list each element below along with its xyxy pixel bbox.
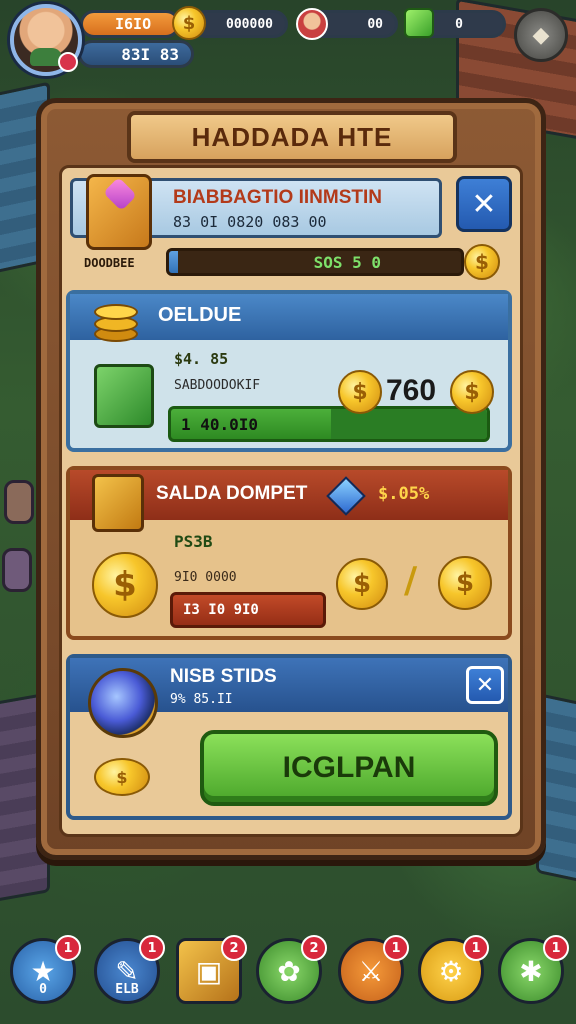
gold-coin-icon: $ <box>464 244 500 280</box>
energy-value: 0 <box>455 16 463 32</box>
offer1-subtitle: 83 0I 0820 083 00 <box>173 213 327 231</box>
offer3-header: SALDA DOMPET $.05% <box>70 470 508 532</box>
nav-sublabel: ELB <box>115 982 139 997</box>
gold-coin-icon: $ <box>338 370 382 414</box>
chest-icon: ▣ <box>195 954 223 988</box>
offer3-panel[interactable]: SALDA DOMPET $.05% PS3B 9I0 0000 I3 I0 9… <box>66 466 512 640</box>
gold-counter[interactable]: 000000 <box>192 10 288 38</box>
offer2-amount: 760 <box>386 374 437 407</box>
offer3-discount: $.05% <box>378 484 430 504</box>
top-hud: 83I 83 I6IO 000000 $ 00 0 ◆ <box>0 0 576 80</box>
gold-coin-icon: $ <box>94 758 150 796</box>
nav-battle-button[interactable]: ⚔ 1 <box>338 935 409 1004</box>
offer1-progress-bar: SOS 5 0 <box>166 248 464 276</box>
offer3-subtitle: 9I0 0000 <box>174 570 237 585</box>
notification-badge: 1 <box>383 935 409 961</box>
nav-puzzle-button[interactable]: ✱ 1 <box>498 935 569 1004</box>
gold-coin-icon: $ <box>336 558 388 610</box>
player-level-pill: 83I 83 <box>78 40 194 68</box>
offer3-separator: / <box>404 560 418 601</box>
character-face-icon <box>296 8 328 40</box>
offer3-buy-bar[interactable]: I3 I0 9I0 <box>170 592 326 628</box>
notification-badge: 1 <box>139 935 165 961</box>
offer4-close-button[interactable]: ✕ <box>466 666 504 704</box>
gold-coin-icon: $ <box>450 370 494 414</box>
notification-badge: 2 <box>221 935 247 961</box>
gold-value: 000000 <box>226 16 273 32</box>
gold-coin-icon: $ <box>92 552 158 618</box>
leaf-icon: ✿ <box>277 954 301 988</box>
blue-gem-icon <box>326 476 366 516</box>
nav-edit-button[interactable]: ✎ 1 ELB <box>94 935 165 1004</box>
close-icon: ✕ <box>471 186 497 222</box>
nav-sublabel: 0 <box>39 982 47 997</box>
gold-coin-icon: $ <box>438 556 492 610</box>
offer2-panel[interactable]: OELDUE $4. 85 SABDOODOKIF 1 40.0I0 $ 760… <box>66 290 512 452</box>
player-name-text: I6IO <box>115 15 152 33</box>
money-bag-icon <box>92 474 144 532</box>
nav-nature-button[interactable]: ✿ 2 <box>256 935 327 1004</box>
coin-stack-icon <box>94 300 142 344</box>
claim-button[interactable]: ICGLPAN <box>200 730 498 806</box>
player-name-pill[interactable]: I6IO <box>80 10 180 38</box>
offer3-bar-text: I3 I0 9I0 <box>183 602 259 618</box>
offer2-bar-text: 1 40.0I0 <box>181 415 259 434</box>
map-button[interactable]: ◆ <box>514 8 568 62</box>
barrel-decor <box>4 480 34 524</box>
gem-value: 00 <box>367 16 383 32</box>
sword-icon: ⚔ <box>358 954 384 988</box>
offer1-title: BIABBAGTIO IINMSTIN <box>173 187 382 208</box>
offer2-price: $4. 85 <box>174 350 229 368</box>
money-chest-icon <box>94 364 154 428</box>
puzzle-icon: ✱ <box>519 954 543 988</box>
offer4-title: NISB STIDS <box>170 666 277 687</box>
close-icon: ✕ <box>475 672 495 698</box>
nav-settings-button[interactable]: ⚙ 1 <box>418 935 489 1004</box>
green-gem-icon <box>404 8 434 38</box>
compass-icon: ◆ <box>532 22 550 48</box>
gear-icon: ⚙ <box>438 954 464 988</box>
offer1-progress-text: SOS 5 0 <box>313 253 381 272</box>
magic-orb-icon <box>88 668 158 738</box>
notification-badge: 1 <box>55 935 81 961</box>
offer2-title: OELDUE <box>158 304 242 326</box>
offer3-title: SALDA DOMPET <box>156 483 308 504</box>
gem-chest-icon <box>86 174 152 250</box>
player-level-text: 83I 83 <box>121 44 179 64</box>
offer1-progress-fill <box>169 251 178 273</box>
offer2-description: SABDOODOKIF <box>174 378 261 393</box>
offer3-code: PS3B <box>174 532 213 551</box>
nav-chest-button[interactable]: ▣ 2 <box>176 935 247 1004</box>
offer2-header: OELDUE <box>70 294 508 342</box>
notification-badge: 1 <box>463 935 489 961</box>
offer1-chest-label: DOODBEE <box>84 256 135 270</box>
offer4-panel: NISB STIDS 9% 85.II ✕ $ ICGLPAN <box>66 654 512 820</box>
nav-favorites-button[interactable]: ★ 1 0 <box>10 935 81 1004</box>
notification-badge: 1 <box>543 935 569 961</box>
offer4-subtitle: 9% 85.II <box>170 692 233 707</box>
avatar-badge-icon <box>58 52 78 72</box>
gold-coin-icon: $ <box>172 6 206 40</box>
notification-badge: 2 <box>301 935 327 961</box>
offer2-buy-bar[interactable]: 1 40.0I0 <box>168 406 490 442</box>
bottom-nav: ★ 1 0 ✎ 1 ELB ▣ 2 ✿ 2 ⚔ 1 ⚙ 1 ✱ 1 <box>0 932 576 1024</box>
offer1-close-button[interactable]: ✕ <box>456 176 512 232</box>
dialog-title: HADDADA HTE <box>127 111 457 163</box>
barrel-decor <box>2 548 32 592</box>
